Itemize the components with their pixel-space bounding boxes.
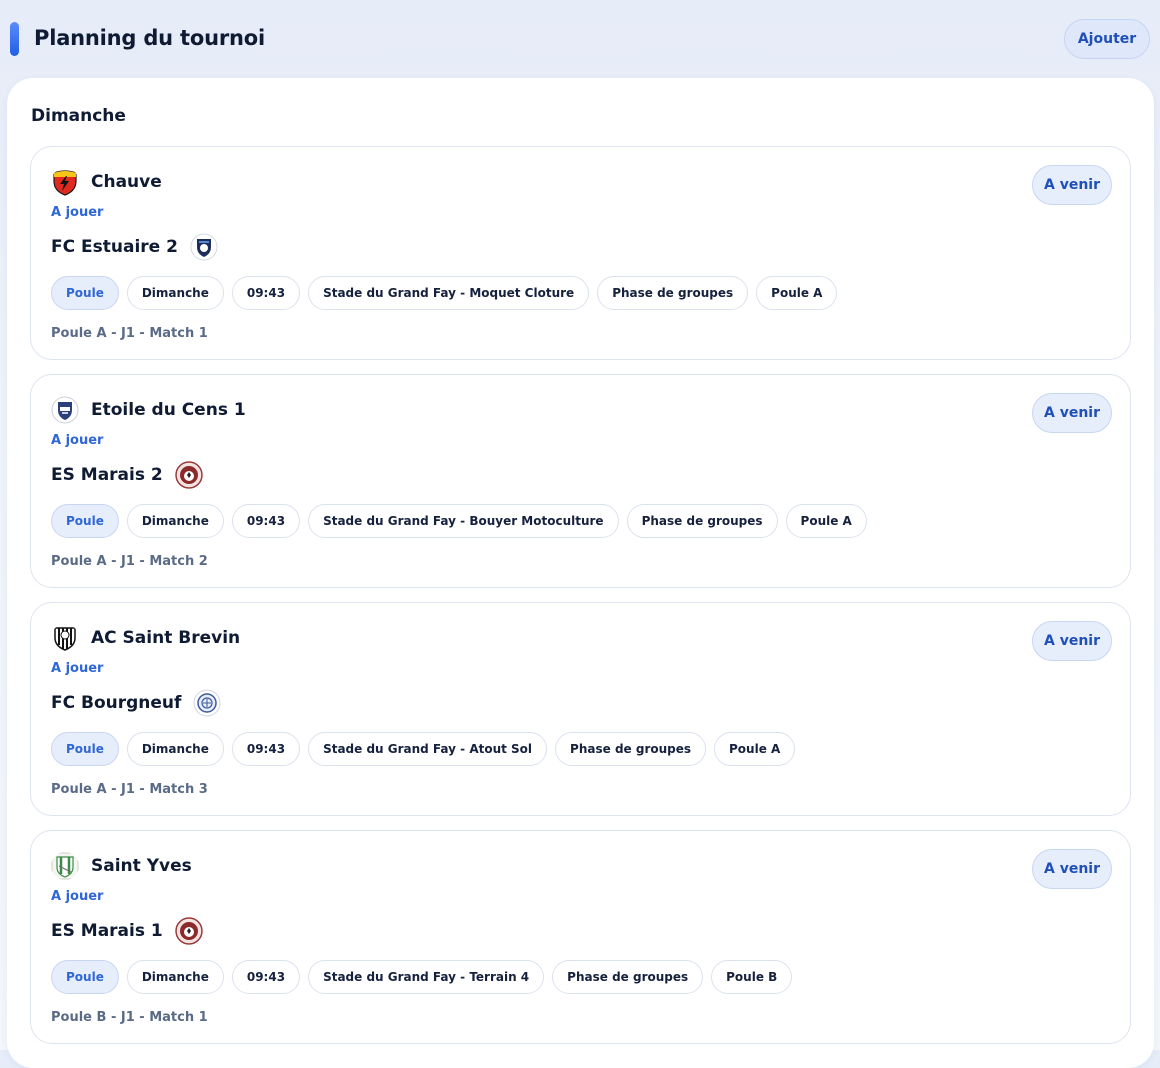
match-info-chips: Poule Dimanche 09:43 Stade du Grand Fay …	[51, 732, 796, 766]
chip-time: 09:43	[231, 276, 301, 310]
day-heading: Dimanche	[31, 106, 126, 126]
page-title: Planning du tournoi	[34, 26, 265, 50]
chip-day: Dimanche	[126, 276, 224, 310]
match-card[interactable]: Chauve A jouer FC Estuaire 2 A venir Pou…	[30, 146, 1131, 360]
away-team: FC Estuaire 2	[51, 232, 218, 262]
navy-crest-logo	[190, 233, 218, 261]
home-team-name: AC Saint Brevin	[91, 628, 241, 648]
match-status: A jouer	[51, 205, 104, 220]
chip-group: Poule B	[711, 960, 793, 994]
home-team: Chauve	[51, 167, 162, 197]
chip-day: Dimanche	[126, 732, 224, 766]
status-badge[interactable]: A venir	[1032, 165, 1112, 205]
away-team: ES Marais 1	[51, 916, 203, 946]
away-team-name: ES Marais 1	[51, 921, 163, 941]
match-card[interactable]: Saint Yves A jouer ES Marais 1 A venir P…	[30, 830, 1131, 1044]
chip-phase: Phase de groupes	[552, 960, 704, 994]
home-team: Etoile du Cens 1	[51, 395, 246, 425]
chip-group: Poule A	[756, 276, 838, 310]
match-label: Poule A - J1 - Match 3	[51, 782, 208, 797]
home-team-name: Saint Yves	[91, 856, 192, 876]
away-team-name: FC Bourgneuf	[51, 693, 182, 713]
chip-day: Dimanche	[126, 504, 224, 538]
chip-type: Poule	[51, 732, 119, 766]
away-team: FC Bourgneuf	[51, 688, 221, 718]
green-white-crest-logo	[51, 852, 79, 880]
schedule-panel: Dimanche Chauve A jouer FC Estuaire 2 A …	[7, 78, 1154, 1068]
black-white-stripes-logo	[51, 624, 79, 652]
status-badge[interactable]: A venir	[1032, 849, 1112, 889]
home-team: AC Saint Brevin	[51, 623, 240, 653]
match-info-chips: Poule Dimanche 09:43 Stade du Grand Fay …	[51, 276, 838, 310]
title-accent-bar	[10, 22, 19, 56]
match-label: Poule A - J1 - Match 1	[51, 326, 208, 341]
chip-time: 09:43	[231, 732, 301, 766]
match-card[interactable]: AC Saint Brevin A jouer FC Bourgneuf A v…	[30, 602, 1131, 816]
home-team: Saint Yves	[51, 851, 192, 881]
chip-phase: Phase de groupes	[597, 276, 749, 310]
chip-type: Poule	[51, 504, 119, 538]
match-label: Poule B - J1 - Match 1	[51, 1010, 208, 1025]
red-shield-lightning-logo	[51, 168, 79, 196]
maroon-ball-logo	[174, 917, 203, 945]
add-button[interactable]: Ajouter	[1064, 19, 1150, 59]
chip-time: 09:43	[231, 960, 301, 994]
match-card[interactable]: Etoile du Cens 1 A jouer ES Marais 2 A v…	[30, 374, 1131, 588]
chip-time: 09:43	[231, 504, 301, 538]
chip-venue: Stade du Grand Fay - Atout Sol	[308, 732, 548, 766]
match-status: A jouer	[51, 433, 104, 448]
chip-venue: Stade du Grand Fay - Bouyer Motoculture	[308, 504, 619, 538]
chip-venue: Stade du Grand Fay - Terrain 4	[308, 960, 545, 994]
away-team-name: ES Marais 2	[51, 465, 163, 485]
chip-venue: Stade du Grand Fay - Moquet Cloture	[308, 276, 590, 310]
away-team-name: FC Estuaire 2	[51, 237, 178, 257]
blue-white-crest-logo	[51, 396, 79, 424]
chip-type: Poule	[51, 960, 119, 994]
match-label: Poule A - J1 - Match 2	[51, 554, 208, 569]
status-badge[interactable]: A venir	[1032, 393, 1112, 433]
match-status: A jouer	[51, 889, 104, 904]
chip-group: Poule A	[714, 732, 796, 766]
chip-phase: Phase de groupes	[626, 504, 778, 538]
chip-type: Poule	[51, 276, 119, 310]
home-team-name: Chauve	[91, 172, 162, 192]
match-info-chips: Poule Dimanche 09:43 Stade du Grand Fay …	[51, 504, 867, 538]
status-badge[interactable]: A venir	[1032, 621, 1112, 661]
chip-day: Dimanche	[126, 960, 224, 994]
maroon-ball-logo	[174, 461, 203, 489]
match-info-chips: Poule Dimanche 09:43 Stade du Grand Fay …	[51, 960, 793, 994]
blue-circle-logo	[193, 689, 221, 717]
top-bar: Planning du tournoi Ajouter	[0, 0, 1160, 78]
chip-group: Poule A	[785, 504, 867, 538]
home-team-name: Etoile du Cens 1	[91, 400, 246, 420]
match-status: A jouer	[51, 661, 104, 676]
chip-phase: Phase de groupes	[555, 732, 707, 766]
away-team: ES Marais 2	[51, 460, 203, 490]
